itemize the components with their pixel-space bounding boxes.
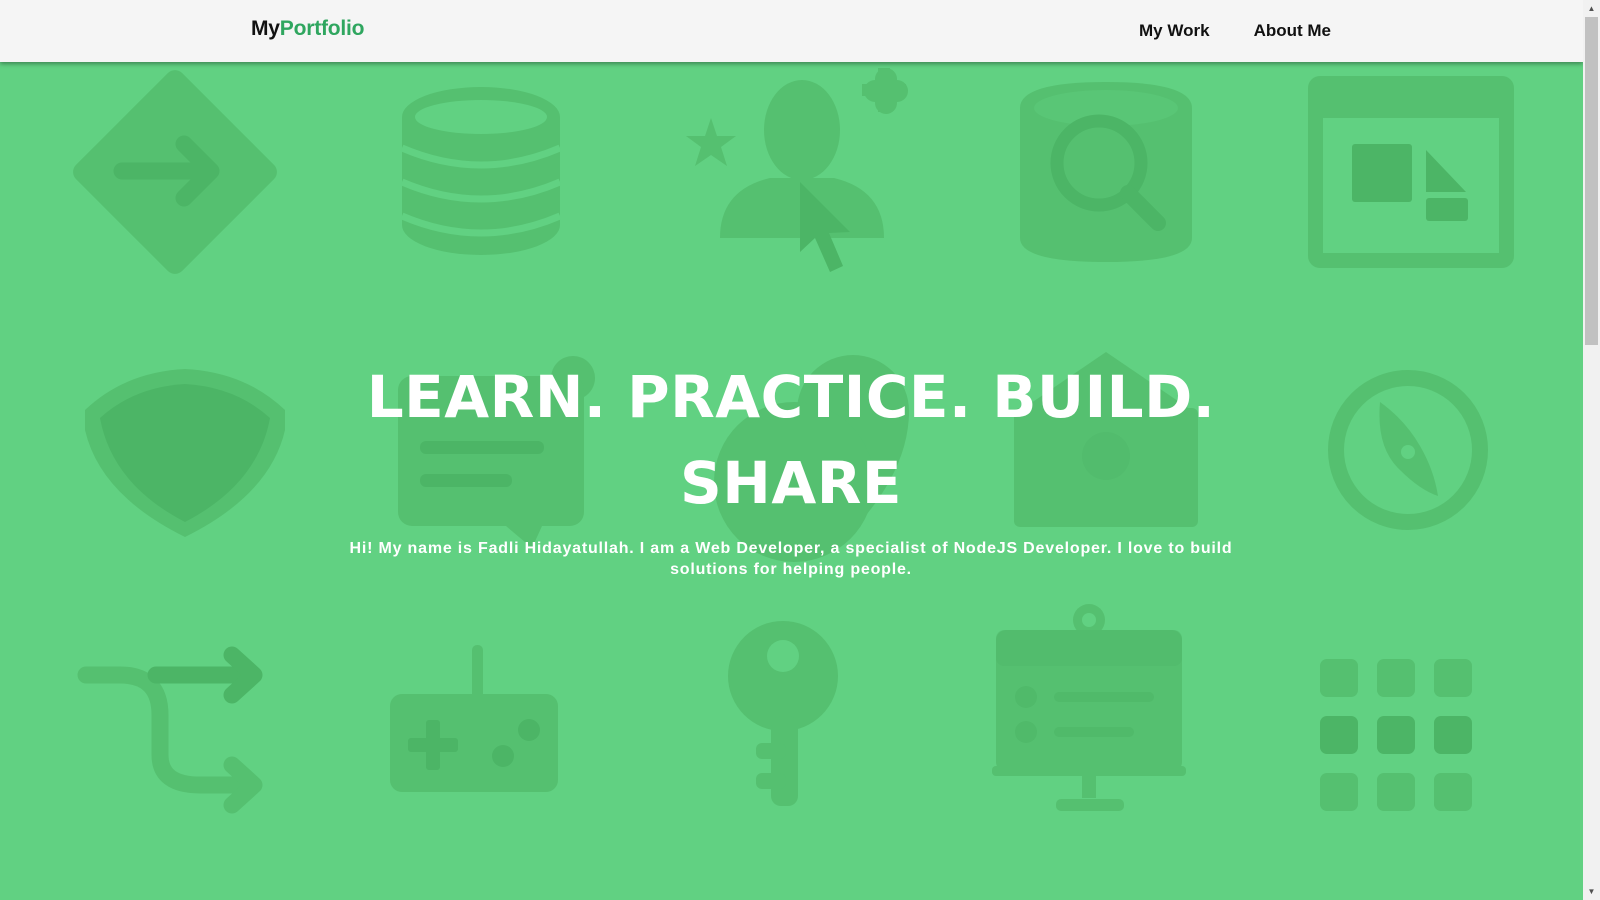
scrollbar-thumb[interactable]	[1585, 17, 1598, 345]
hero-section: LEARN. PRACTICE. BUILD. SHARE Hi! My nam…	[0, 0, 1583, 900]
brand-logo-link[interactable]: MyPortfolio	[251, 17, 365, 41]
nav-link-my-work[interactable]: My Work	[1139, 21, 1210, 41]
page-viewport: MyPortfolio My Work About Me LEARN. PRAC…	[0, 0, 1583, 900]
brand-accent: Portfolio	[279, 17, 365, 40]
scroll-down-arrow-icon[interactable]: ▼	[1583, 883, 1600, 900]
vertical-scrollbar[interactable]: ▲ ▼	[1583, 0, 1600, 900]
hero-subtitle: Hi! My name is Fadli Hidayatullah. I am …	[349, 540, 1233, 578]
navbar: MyPortfolio My Work About Me	[0, 0, 1583, 62]
nav-links: My Work About Me	[1139, 21, 1331, 41]
hero-title: LEARN. PRACTICE. BUILD. SHARE	[366, 363, 1216, 517]
brand-prefix: My	[251, 17, 280, 40]
scroll-up-arrow-icon[interactable]: ▲	[1583, 0, 1600, 17]
nav-link-about-me[interactable]: About Me	[1254, 21, 1331, 41]
